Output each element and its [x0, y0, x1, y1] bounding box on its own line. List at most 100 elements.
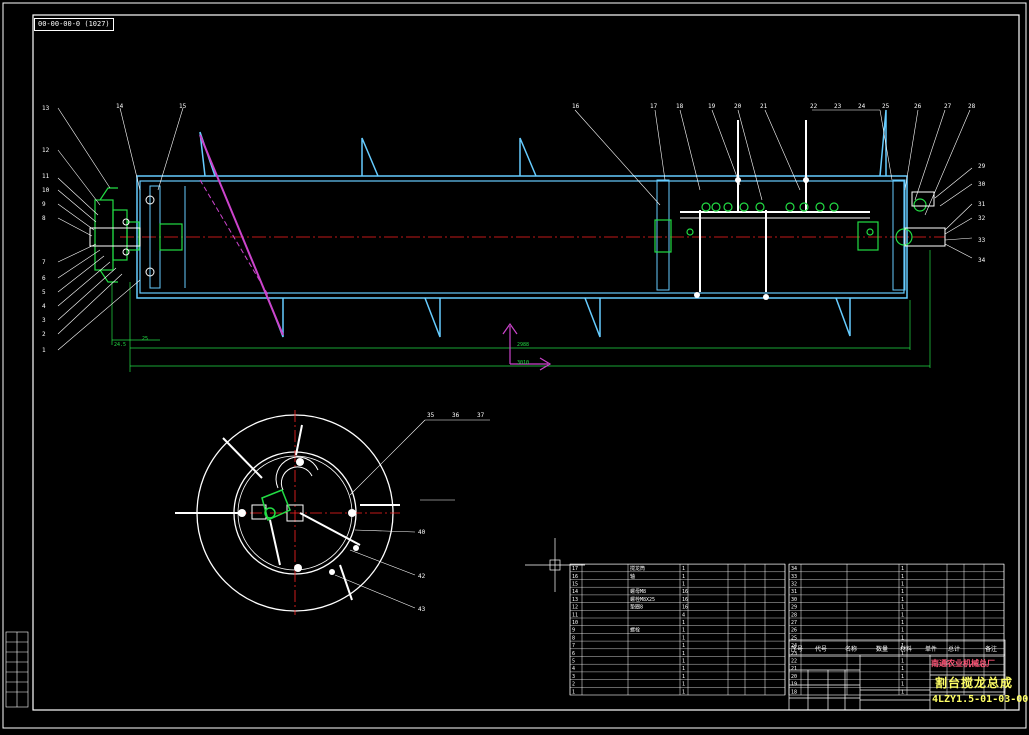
bom-row-qty: 1: [682, 628, 685, 634]
bom-row-number: 34: [791, 566, 797, 572]
bom-row-number: 21: [791, 666, 797, 672]
bom-header: 序号: [791, 645, 803, 653]
balloon-label: 34: [978, 257, 986, 264]
bom-row-qty: 1: [901, 566, 904, 572]
bom-row-qty: 1: [901, 689, 904, 695]
balloon-label: 30: [978, 181, 986, 188]
bom-row-number: 9: [572, 628, 575, 634]
bom-row-qty: 1: [682, 620, 685, 626]
bom-row-number: 18: [791, 689, 797, 695]
balloon-label: 29: [978, 163, 986, 170]
bom-row-number: 25: [791, 635, 797, 641]
bom-row-qty: 1: [901, 612, 904, 618]
balloon-label: 37: [477, 412, 485, 419]
balloon-label: 31: [978, 201, 986, 208]
bom-row-number: 14: [572, 589, 578, 595]
bom-row-number: 17: [572, 566, 578, 572]
bom-row-number: 20: [791, 674, 797, 680]
auger-front-view: [89, 109, 946, 338]
bom-row-qty: 1: [901, 582, 904, 588]
drawing-title: 割台搅龙总成: [935, 676, 1014, 690]
bom-row-number: 13: [572, 597, 578, 603]
bom-header: 名称: [845, 645, 857, 653]
bom-header: 材料: [900, 645, 912, 653]
balloon-label: 20: [734, 103, 742, 110]
balloon-label: 16: [572, 103, 580, 110]
section-leaders: [334, 419, 490, 609]
bom-row-qty: 1: [682, 635, 685, 641]
bom-row-name: 螺栓: [630, 627, 640, 634]
cad-drawing: 1312111098765432114 15 16 17 18 19 20 21 22 23 24 2…: [2, 2, 1027, 729]
balloon-label: 24: [858, 103, 866, 110]
binding-strip: [5, 631, 29, 708]
balloon-label: 35: [427, 412, 435, 419]
company-name: 南通农业机械总厂: [931, 659, 995, 668]
bom-row-qty: 1: [901, 666, 904, 672]
bom-row-number: 7: [572, 643, 575, 649]
balloon-label: 1: [42, 347, 46, 354]
balloon-label: 6: [42, 275, 46, 282]
bom-row-number: 27: [791, 620, 797, 626]
bom-row-number: 29: [791, 605, 797, 611]
bom-row-qty: 1: [901, 628, 904, 634]
bom-header: 代号: [815, 645, 827, 653]
bom-row-number: 26: [791, 628, 797, 634]
balloon-label: 26: [914, 103, 922, 110]
bom-row-qty: 1: [901, 589, 904, 595]
bom-row-number: 1: [572, 689, 575, 695]
balloon-label: 7: [42, 259, 46, 266]
balloon-label: 40: [418, 529, 426, 536]
bom-row-qty: 1: [682, 659, 685, 665]
bom-row-qty: 1: [901, 605, 904, 611]
bom-row-number: 30: [791, 597, 797, 603]
balloon-label: 28: [968, 103, 976, 110]
dimension-label: 3010: [517, 360, 529, 366]
balloon-label: 3: [42, 317, 46, 324]
balloon-label: 33: [978, 237, 986, 244]
bom-row-qty: 1: [682, 582, 685, 588]
bom-row-number: 3: [572, 674, 575, 680]
drawing-number-tag: 00-00-00-0 (1027): [34, 18, 114, 31]
balloon-label: 12: [42, 147, 50, 154]
bom-row-number: 33: [791, 574, 797, 580]
balloon-label: 2: [42, 331, 46, 338]
bom-header: 总计: [948, 645, 960, 653]
bom-row-number: 22: [791, 659, 797, 665]
drawing-code: 4LZY1.5-01-03-00: [932, 694, 1029, 705]
bom-row-qty: 1: [682, 674, 685, 680]
bom-row-qty: 1: [682, 566, 685, 572]
bom-row-qty: 16: [682, 589, 688, 595]
bom-row-name: 轴: [630, 573, 635, 580]
bom-row-name: 螺栓M8X25: [630, 596, 655, 603]
balloon-label: 22: [810, 103, 818, 110]
bom-row-number: 10: [572, 620, 578, 626]
balloon-label: 9: [42, 201, 46, 208]
bom-row-number: 15: [572, 582, 578, 588]
bom-row-qty: 1: [682, 689, 685, 695]
balloon-label: 10: [42, 187, 50, 194]
bom-row-qty: 1: [682, 651, 685, 657]
bom-row-qty: 1: [682, 666, 685, 672]
bom-row-number: 32: [791, 582, 797, 588]
bom-table-left: [569, 563, 786, 696]
bom-row-number: 8: [572, 635, 575, 641]
bom-row-qty: 1: [901, 597, 904, 603]
dimension-label: 25: [142, 336, 148, 342]
drawing-canvas: 13 12 11 10 9 8 7 6 5 4 3 2 1 14 15 16 17 18 19 20 21 22 23 24 2…: [0, 0, 1029, 731]
dimension-label: 24.5: [114, 342, 126, 348]
bom-row-qty: 1: [901, 674, 904, 680]
balloon-label: 5: [42, 289, 46, 296]
balloon-label: 15: [179, 103, 187, 110]
balloon-label: 25: [882, 103, 890, 110]
dimension-label: 2988: [517, 342, 529, 348]
bom-row-qty: 1: [682, 682, 685, 688]
balloon-label: 27: [944, 103, 952, 110]
bom-header: 备注: [985, 645, 997, 653]
leader-lines: [57, 107, 973, 351]
balloon-label: 13: [42, 105, 50, 112]
bom-row-number: 12: [572, 605, 578, 611]
bom-row-qty: 1: [901, 635, 904, 641]
balloon-label: 18: [676, 103, 684, 110]
bom-row-qty: 1: [682, 643, 685, 649]
balloon-label: 14: [116, 103, 124, 110]
